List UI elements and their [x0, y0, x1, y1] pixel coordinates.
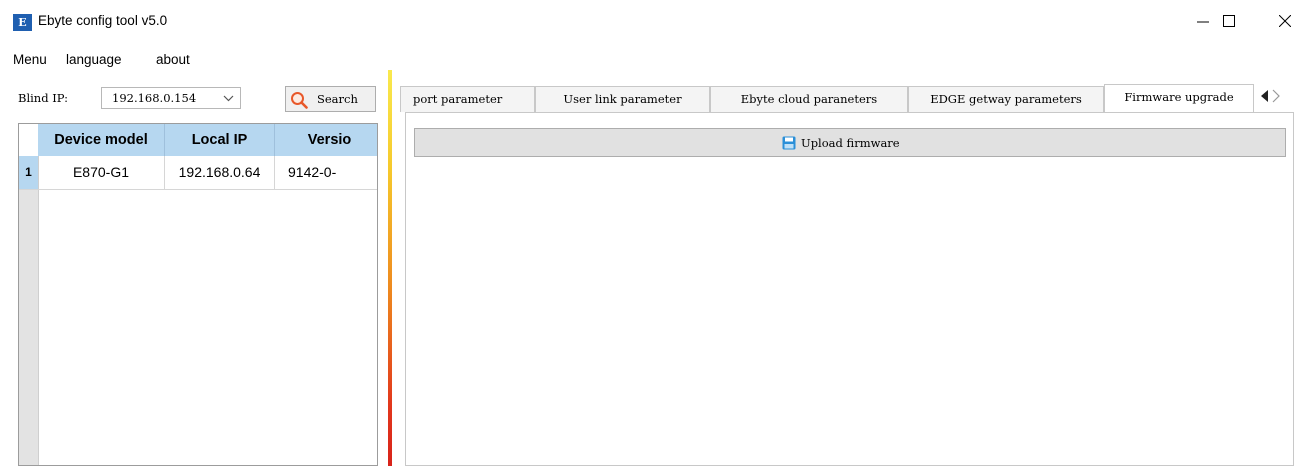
menu-item-about[interactable]: about	[156, 52, 190, 67]
tab-scroll-left-icon[interactable]	[1259, 88, 1270, 104]
close-button[interactable]	[1262, 6, 1308, 36]
cell-version[interactable]: 9142-0-	[275, 156, 377, 189]
tab-ebyte-cloud-parameters[interactable]: Ebyte cloud paraneters	[710, 86, 908, 112]
firmware-upgrade-panel: Upload firmware	[405, 112, 1294, 466]
upload-firmware-button[interactable]: Upload firmware	[414, 128, 1286, 157]
upload-firmware-label: Upload firmware	[801, 136, 900, 150]
title-bar: E Ebyte config tool v5.0	[0, 0, 1308, 42]
panel-splitter[interactable]	[388, 70, 392, 466]
blind-ip-value: 192.168.0.154	[112, 91, 197, 105]
menu-bar: Menu language about	[0, 50, 1308, 72]
blind-ip-label: Blind IP:	[18, 91, 68, 105]
column-header-device-model[interactable]: Device model	[38, 124, 165, 156]
search-label: Search	[317, 92, 358, 106]
device-table: Device model Local IP Versio 1 E870-G1 1…	[18, 123, 378, 466]
search-button[interactable]: Search	[285, 86, 376, 112]
table-row[interactable]: 1 E870-G1 192.168.0.64 9142-0-	[19, 156, 377, 190]
blind-ip-select[interactable]: 192.168.0.154	[101, 87, 241, 109]
save-disk-icon	[782, 136, 796, 150]
row-number: 1	[19, 156, 38, 189]
window-title: Ebyte config tool v5.0	[38, 13, 168, 28]
tab-edge-gateway-parameters[interactable]: EDGE getway parameters	[908, 86, 1104, 112]
tab-scroll-right-icon[interactable]	[1271, 88, 1282, 104]
tab-firmware-upgrade[interactable]: Firmware upgrade	[1104, 84, 1254, 112]
app-icon: E	[13, 14, 32, 31]
row-header-strip	[19, 156, 39, 465]
close-icon	[1279, 15, 1291, 27]
tab-port-parameter[interactable]: port parameter	[400, 86, 535, 112]
column-header-local-ip[interactable]: Local IP	[165, 124, 275, 156]
menu-item-language[interactable]: language	[66, 52, 122, 67]
maximize-icon	[1223, 15, 1235, 27]
column-header-version[interactable]: Versio	[275, 124, 377, 156]
maximize-button[interactable]	[1206, 6, 1252, 36]
cell-local-ip[interactable]: 192.168.0.64	[165, 156, 275, 189]
device-panel: Blind IP: 192.168.0.154 Search Device mo…	[15, 83, 378, 466]
tab-bar: port parameter User link parameter Ebyte…	[400, 84, 1308, 112]
tab-user-link-parameter[interactable]: User link parameter	[535, 86, 710, 112]
cell-device-model[interactable]: E870-G1	[38, 156, 165, 189]
table-corner	[19, 124, 39, 156]
chevron-down-icon	[223, 95, 234, 102]
menu-item-menu[interactable]: Menu	[13, 52, 47, 67]
search-icon	[291, 92, 308, 109]
